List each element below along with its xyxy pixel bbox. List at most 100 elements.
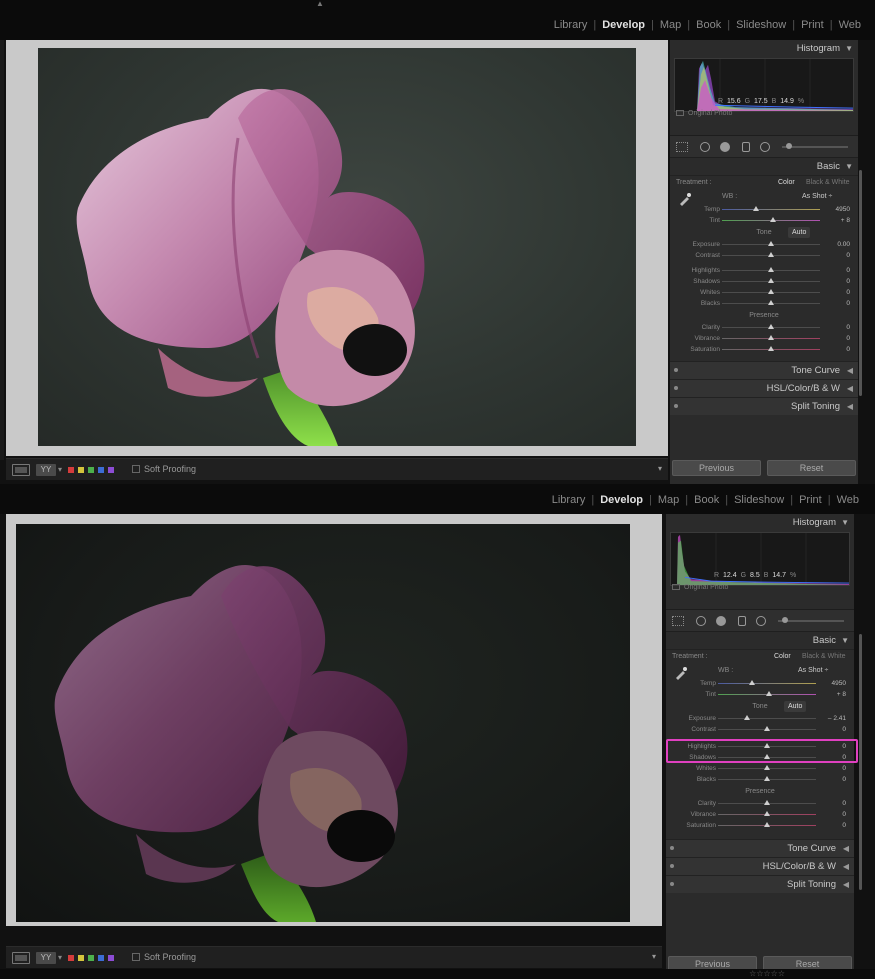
right-panel-scrollbar[interactable] [859,634,862,890]
auto-tone-button[interactable]: Auto [784,701,807,712]
spot-removal-icon[interactable] [696,616,706,626]
highlights-value[interactable]: 0 [846,267,850,274]
tint-value[interactable]: + 8 [841,217,850,224]
contrast-value[interactable]: 0 [846,252,850,259]
expand-triangle-icon[interactable]: ◀ [847,402,853,411]
panel-switch-icon[interactable] [674,368,678,372]
tone-curve-header[interactable]: Tone Curve ◀ [670,361,858,379]
collapse-triangle-icon[interactable]: ▼ [841,518,849,527]
whites-slider-handle[interactable] [764,765,770,770]
contrast-slider[interactable] [722,252,820,257]
before-after-button[interactable]: YY [36,952,56,964]
tint-slider[interactable] [718,691,816,696]
vibrance-slider[interactable] [722,335,820,340]
shadows-value[interactable]: 0 [846,278,850,285]
top-panel-toggle-icon[interactable]: ▲ [314,0,326,8]
contrast-slider[interactable] [718,726,816,731]
module-slideshow[interactable]: Slideshow [728,493,790,507]
toolbar-content-dropdown-icon[interactable]: ▾ [658,464,662,473]
expand-triangle-icon[interactable]: ◀ [843,844,849,853]
photo-iris-after[interactable] [16,524,630,922]
rating-stars[interactable]: ☆☆☆☆☆ [749,969,785,979]
saturation-slider-handle[interactable] [764,822,770,827]
shadows-slider-handle[interactable] [764,754,770,759]
treatment-bw-option[interactable]: Black & White [802,653,846,660]
clarity-slider-handle[interactable] [764,800,770,805]
hsl-color-tab[interactable]: Color [788,383,811,394]
exposure-value[interactable]: – 2.41 [828,715,846,722]
crop-grid-icon[interactable] [676,142,688,152]
vibrance-slider-handle[interactable] [768,335,774,340]
blacks-value[interactable]: 0 [842,776,846,783]
module-develop[interactable]: Develop [594,493,649,507]
clarity-slider[interactable] [722,324,820,329]
panel-switch-icon[interactable] [670,864,674,868]
tone-curve-header[interactable]: Tone Curve ◀ [666,839,854,857]
clarity-slider[interactable] [718,800,816,805]
highlights-slider-handle[interactable] [768,267,774,272]
highlights-value[interactable]: 0 [842,743,846,750]
collapse-triangle-icon[interactable]: ▼ [845,44,853,53]
histogram-header[interactable]: Histogram ▼ [670,40,858,56]
vibrance-slider-handle[interactable] [764,811,770,816]
whites-value[interactable]: 0 [842,765,846,772]
collapse-triangle-icon[interactable]: ▼ [845,162,853,171]
color-label-swatch[interactable] [108,955,114,961]
clarity-slider-handle[interactable] [768,324,774,329]
adjustment-brush-icon[interactable] [782,143,848,149]
exposure-value[interactable]: 0.00 [837,241,850,248]
exposure-slider[interactable] [722,241,820,246]
shadows-slider-handle[interactable] [768,278,774,283]
highlights-slider[interactable] [722,267,820,272]
color-label-swatch[interactable] [108,467,114,473]
vibrance-value[interactable]: 0 [842,811,846,818]
saturation-value[interactable]: 0 [846,346,850,353]
contrast-slider-handle[interactable] [764,726,770,731]
blacks-value[interactable]: 0 [846,300,850,307]
color-label-swatch[interactable] [78,955,84,961]
module-book[interactable]: Book [688,493,725,507]
vibrance-slider[interactable] [718,811,816,816]
red-eye-icon[interactable] [720,142,730,152]
clarity-value[interactable]: 0 [846,324,850,331]
wb-select[interactable]: As Shot ÷ [798,667,828,674]
expand-triangle-icon[interactable]: ◀ [843,862,849,871]
radial-filter-icon[interactable] [760,142,770,152]
exposure-slider[interactable] [718,715,816,720]
basic-header[interactable]: Basic ▼ [666,632,854,650]
saturation-slider[interactable] [718,822,816,827]
whites-slider[interactable] [722,289,820,294]
auto-tone-button[interactable]: Auto [788,227,811,238]
module-develop[interactable]: Develop [596,18,651,32]
temp-slider[interactable] [722,206,820,211]
temp-slider-handle[interactable] [753,206,760,211]
blacks-slider-handle[interactable] [768,300,774,305]
whites-slider[interactable] [718,765,816,770]
collapse-triangle-icon[interactable]: ▼ [841,636,849,645]
color-label-swatch[interactable] [68,955,74,961]
shadows-slider[interactable] [722,278,820,283]
hsl-color-tab[interactable]: Color [784,861,807,872]
clarity-value[interactable]: 0 [842,800,846,807]
exposure-slider-handle[interactable] [768,241,774,246]
module-map[interactable]: Map [652,493,685,507]
treatment-color-option[interactable]: Color [774,653,791,660]
treatment-bw-option[interactable]: Black & White [806,179,850,186]
spot-removal-icon[interactable] [700,142,710,152]
split-toning-header[interactable]: Split Toning ◀ [666,875,854,893]
shadows-value[interactable]: 0 [842,754,846,761]
before-after-dropdown-icon[interactable]: ▾ [58,953,62,962]
hsl-bw-tab[interactable]: B & W [809,861,836,872]
color-label-swatch[interactable] [88,955,94,961]
module-print[interactable]: Print [793,493,828,507]
adjustment-brush-icon[interactable] [778,617,844,623]
tint-slider-handle[interactable] [769,217,776,222]
color-label-swatch[interactable] [98,955,104,961]
saturation-slider-handle[interactable] [768,346,774,351]
temp-value[interactable]: 4950 [832,680,846,687]
highlights-slider-handle[interactable] [764,743,770,748]
right-panel-scrollbar[interactable] [859,170,862,396]
temp-value[interactable]: 4950 [836,206,850,213]
previous-button[interactable]: Previous [672,460,761,476]
module-book[interactable]: Book [690,18,727,32]
